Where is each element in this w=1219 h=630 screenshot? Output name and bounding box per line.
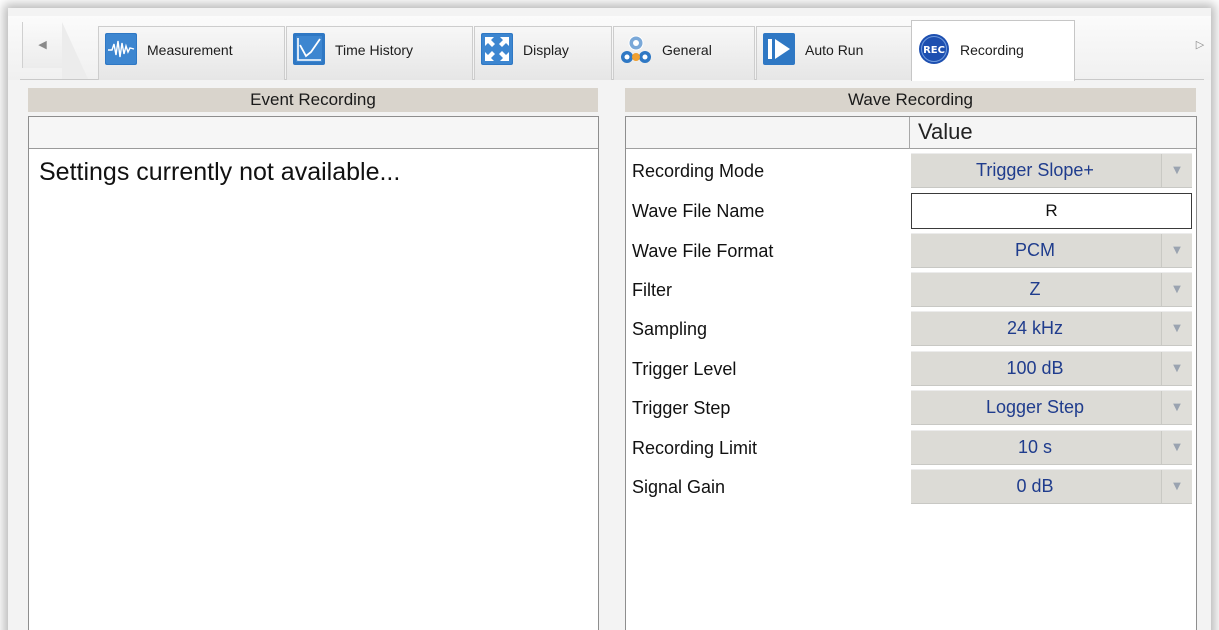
trigger-step-dropdown[interactable]: Logger Step ▼ (911, 390, 1192, 425)
event-recording-subheader (29, 117, 598, 149)
chevron-down-icon[interactable]: ▼ (1161, 431, 1192, 464)
svg-text:REC: REC (923, 45, 945, 56)
tab-auto-run-label: Auto Run (805, 41, 864, 58)
not-available-message: Settings currently not available... (39, 158, 401, 186)
tab-measurement[interactable]: Measurement (98, 26, 285, 80)
tab-general[interactable]: General (613, 26, 755, 80)
property-name: Signal Gain (632, 477, 726, 497)
scroll-right-arrow-icon[interactable]: ▷ (1180, 22, 1219, 68)
property-name: Recording Limit (632, 438, 758, 458)
chevron-down-icon[interactable]: ▼ (1161, 470, 1192, 503)
property-name: Recording Mode (632, 161, 765, 181)
tab-general-label: General (662, 41, 712, 58)
rec-icon: REC (919, 34, 949, 64)
property-value: 10 s (1017, 437, 1053, 457)
wave-file-format-dropdown[interactable]: PCM ▼ (911, 233, 1192, 268)
wave-recording-header: Wave Recording (625, 88, 1196, 112)
property-row-filter: Filter Z ▼ (626, 270, 1196, 310)
property-value: R (1045, 201, 1058, 220)
waveform-icon (105, 32, 137, 65)
tab-display-label: Display (523, 41, 569, 58)
property-value: 24 kHz (1006, 318, 1064, 338)
property-row-recording-mode: Recording Mode Trigger Slope+ ▼ (626, 151, 1196, 191)
value-column-title: Value (918, 119, 973, 144)
property-value: Trigger Slope+ (976, 160, 1094, 180)
trigger-level-dropdown[interactable]: 100 dB ▼ (911, 351, 1192, 386)
chevron-down-icon[interactable]: ▼ (1161, 234, 1192, 267)
property-value: Logger Step (985, 397, 1085, 417)
grid-column-header: Value (626, 117, 1196, 149)
play-step-icon (763, 32, 795, 65)
property-name: Filter (632, 280, 672, 300)
property-row-recording-limit: Recording Limit 10 s ▼ (626, 428, 1196, 468)
property-name: Wave File Format (632, 241, 774, 261)
property-row-trigger-step: Trigger Step Logger Step ▼ (626, 388, 1196, 428)
chevron-down-icon[interactable]: ▼ (1161, 352, 1192, 385)
property-name: Sampling (632, 319, 708, 339)
tab-display[interactable]: Display (474, 26, 612, 80)
property-name: Trigger Level (632, 359, 737, 379)
property-value: Z (1029, 279, 1041, 299)
scroll-left-arrow-icon[interactable]: ◀ (22, 22, 88, 79)
recording-mode-dropdown[interactable]: Trigger Slope+ ▼ (911, 153, 1192, 188)
property-row-trigger-level: Trigger Level 100 dB ▼ (626, 349, 1196, 389)
chevron-down-icon[interactable]: ▼ (1161, 154, 1192, 187)
chevron-down-icon[interactable]: ▼ (1161, 273, 1192, 306)
tab-time-history-label: Time History (335, 41, 414, 58)
wave-file-name-input[interactable]: R (911, 193, 1192, 229)
tab-recording[interactable]: REC Recording (911, 20, 1075, 81)
line-chart-icon (293, 32, 325, 65)
property-name: Wave File Name (632, 201, 765, 221)
property-value: PCM (1015, 240, 1055, 260)
property-value: 100 dB (1006, 358, 1064, 378)
property-name: Trigger Step (632, 398, 731, 418)
property-value: 0 dB (1016, 476, 1054, 496)
event-recording-panel: Settings currently not available... (28, 116, 599, 630)
tab-time-history[interactable]: Time History (286, 26, 473, 80)
tab-recording-label: Recording (960, 42, 1024, 58)
wave-recording-property-grid: Value Recording Mode Trigger Slope+ ▼ Wa… (625, 116, 1197, 630)
property-row-signal-gain: Signal Gain 0 dB ▼ (626, 467, 1196, 507)
filter-dropdown[interactable]: Z ▼ (911, 272, 1192, 307)
signal-gain-dropdown[interactable]: 0 dB ▼ (911, 469, 1192, 504)
chevron-down-icon[interactable]: ▼ (1161, 312, 1192, 345)
sampling-dropdown[interactable]: 24 kHz ▼ (911, 311, 1192, 346)
gears-icon (621, 35, 651, 63)
property-row-wave-file-name: Wave File Name R (626, 191, 1196, 231)
property-row-wave-file-format: Wave File Format PCM ▼ (626, 231, 1196, 271)
recording-limit-dropdown[interactable]: 10 s ▼ (911, 430, 1192, 465)
property-row-sampling: Sampling 24 kHz ▼ (626, 309, 1196, 349)
tab-measurement-label: Measurement (147, 41, 233, 58)
column-divider (909, 117, 910, 149)
chevron-down-icon[interactable]: ▼ (1161, 391, 1192, 424)
tab-auto-run[interactable]: Auto Run (756, 26, 914, 80)
event-recording-header: Event Recording (28, 88, 598, 112)
expand-arrows-icon (481, 32, 513, 65)
